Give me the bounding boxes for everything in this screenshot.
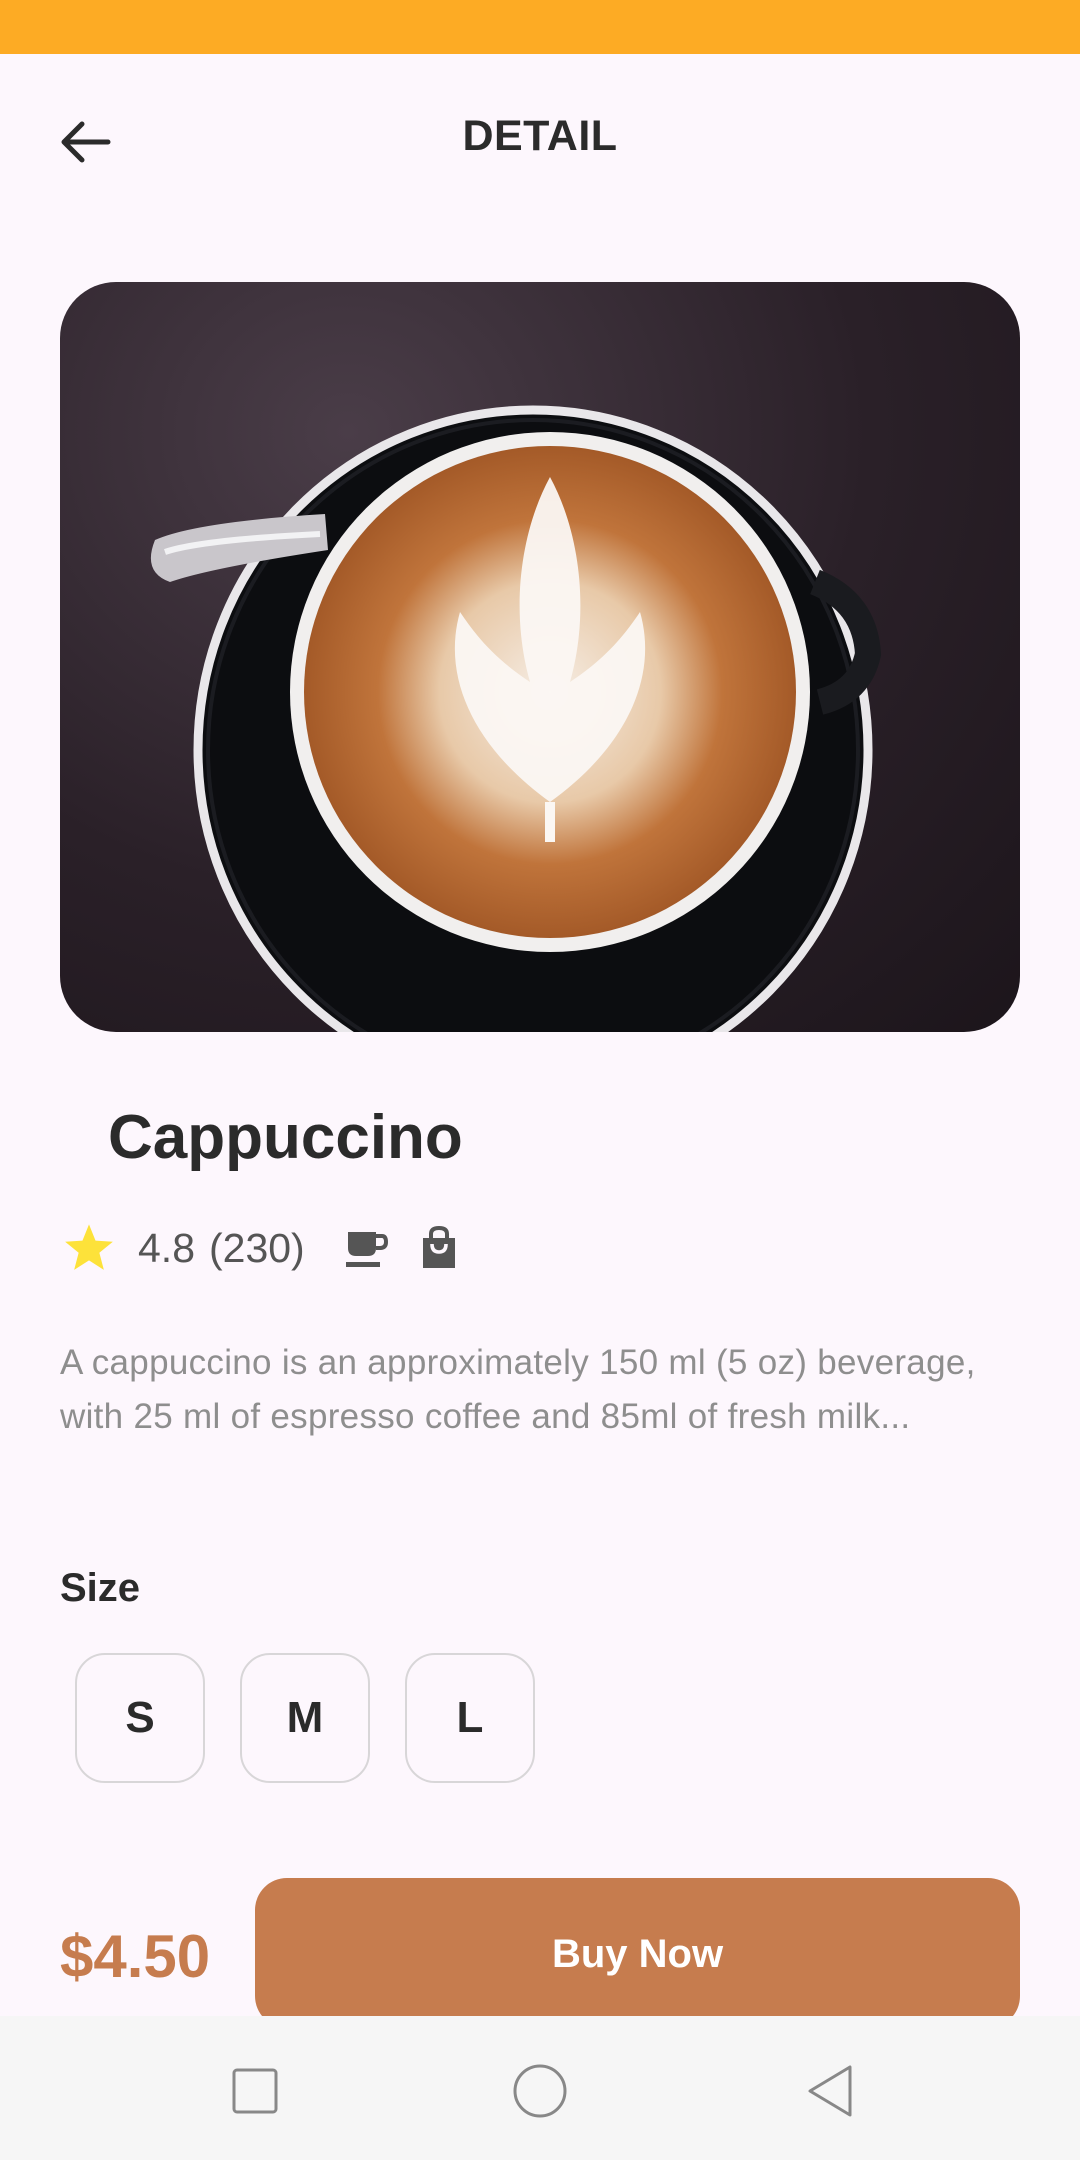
size-label: Size xyxy=(60,1566,141,1610)
system-nav-bar xyxy=(0,2016,1080,2160)
page-title: DETAIL xyxy=(462,112,618,160)
back-triangle-icon xyxy=(808,2065,852,2117)
rating-value: 4.8 xyxy=(138,1224,195,1271)
app-bar: DETAIL xyxy=(0,54,1080,224)
system-back-button[interactable] xyxy=(795,2056,865,2126)
home-button[interactable] xyxy=(505,2056,575,2126)
status-bar xyxy=(0,0,1080,54)
product-image xyxy=(60,282,1020,1032)
shopping-bag-icon xyxy=(415,1223,463,1273)
product-name: Cappuccino xyxy=(108,1103,463,1172)
buy-now-button[interactable]: Buy Now xyxy=(255,1878,1020,2028)
size-option-l[interactable]: L xyxy=(405,1653,535,1783)
product-price: $4.50 xyxy=(60,1923,211,1990)
size-option-m[interactable]: M xyxy=(240,1653,370,1783)
product-description: A cappuccino is an approximately 150 ml … xyxy=(60,1343,976,1436)
home-icon xyxy=(513,2064,567,2118)
coffee-cup-icon xyxy=(341,1224,391,1272)
recent-apps-button[interactable] xyxy=(220,2056,290,2126)
product-meta: 4.8 (230) xyxy=(62,1218,463,1278)
star-icon xyxy=(65,1224,113,1270)
review-count: (230) xyxy=(209,1224,305,1271)
recent-apps-icon xyxy=(232,2068,278,2114)
size-selector: S M L xyxy=(75,1653,570,1783)
size-option-s[interactable]: S xyxy=(75,1653,205,1783)
